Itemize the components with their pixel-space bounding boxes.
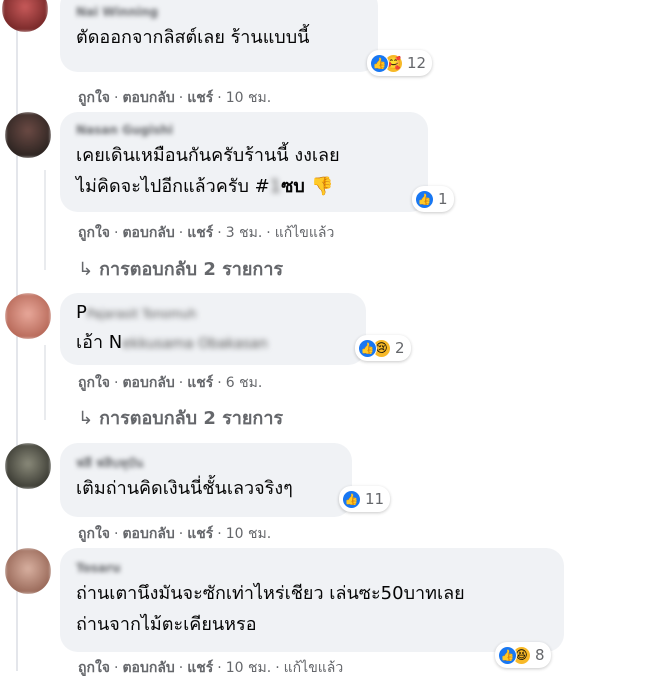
like-link[interactable]: ถูกใจ xyxy=(78,90,110,106)
like-icon: 👍 xyxy=(358,338,377,358)
reaction-summary[interactable]: 👍 😆 8 xyxy=(495,642,551,668)
comment-author-line: PPajarasit Tonomuh xyxy=(76,302,197,323)
share-link[interactable]: แชร์ xyxy=(187,660,213,676)
reaction-summary[interactable]: 👍 🥰 12 xyxy=(367,50,433,76)
reaction-count: 2 xyxy=(395,339,405,357)
like-link[interactable]: ถูกใจ xyxy=(78,660,110,676)
comment-bubble: Nasan Gugishi เคยเดินเหมือนกันครับร้านนี… xyxy=(60,112,428,212)
reply-link[interactable]: ตอบกลับ xyxy=(122,225,174,241)
timestamp[interactable]: 10 ชม. xyxy=(226,660,271,676)
comment-bubble: PPajarasit Tonomuh เอ้า Nekkusama Obakas… xyxy=(60,293,366,365)
thread-line xyxy=(44,345,46,420)
reply-link[interactable]: ตอบกลับ xyxy=(122,90,174,106)
reply-arrow-icon: ↳ xyxy=(78,408,94,429)
comment-actions: ถูกใจ · ตอบกลับ · แชร์ · 10 ชม. xyxy=(78,526,272,542)
comment-text: ถ่านจากไม้ตะเคียนหรอ xyxy=(76,614,257,635)
replies-label: การตอบกลับ 2 รายการ xyxy=(99,259,284,280)
view-replies-link[interactable]: ↳ การตอบกลับ 2 รายการ xyxy=(78,403,283,432)
like-link[interactable]: ถูกใจ xyxy=(78,375,110,391)
avatar[interactable] xyxy=(5,548,51,594)
comment-text: ถ่านเตานึงมันจะซักเท่าไหร่เชียว เล่นซะ50… xyxy=(76,583,465,604)
reaction-count: 8 xyxy=(535,646,545,664)
avatar[interactable] xyxy=(5,293,51,339)
like-link[interactable]: ถูกใจ xyxy=(78,526,110,542)
share-link[interactable]: แชร์ xyxy=(187,90,213,106)
comment-text: เคยเดินเหมือนกันครับร้านนี้ งงเลย xyxy=(76,145,340,166)
like-icon: 👍 xyxy=(498,645,517,665)
share-link[interactable]: แชร์ xyxy=(187,225,213,241)
reaction-summary[interactable]: 👍 😢 2 xyxy=(355,335,411,361)
comment-actions: ถูกใจ · ตอบกลับ · แชร์ · 3 ชม. · แก้ไขแล้ว xyxy=(78,225,335,241)
comment-text: เติมถ่านคิดเงินนี่ชั้นเลวจริงๆ xyxy=(76,478,293,499)
timestamp[interactable]: 6 ชม. xyxy=(226,375,263,391)
comment-author[interactable]: Nasan Gugishi xyxy=(76,120,412,140)
reaction-count: 12 xyxy=(407,54,427,72)
reply-arrow-icon: ↳ xyxy=(78,259,94,280)
like-icon: 👍 xyxy=(342,489,361,509)
like-icon: 👍 xyxy=(370,53,389,73)
comment-author[interactable]: Pajarasit Tonomuh xyxy=(87,307,197,321)
reaction-count: 11 xyxy=(365,490,385,508)
timestamp[interactable]: 3 ชม. xyxy=(226,225,263,241)
comment-author[interactable]: Nai Winning xyxy=(76,2,362,22)
avatar[interactable] xyxy=(2,0,48,32)
reaction-count: 1 xyxy=(438,190,448,208)
share-link[interactable]: แชร์ xyxy=(187,375,213,391)
comment-author[interactable]: ฟลี ฟลิบหุบัน xyxy=(76,453,336,473)
comment-author[interactable]: Tosaru xyxy=(76,558,548,578)
timestamp[interactable]: 10 ชม. xyxy=(226,526,271,542)
like-link[interactable]: ถูกใจ xyxy=(78,225,110,241)
comment-bubble: Tosaru ถ่านเตานึงมันจะซักเท่าไหร่เชียว เ… xyxy=(60,548,564,652)
like-icon: 👍 xyxy=(415,189,434,209)
reply-link[interactable]: ตอบกลับ xyxy=(122,375,174,391)
comment-text: ไม่คิดจะไปอีกแล้วครับ #1ซบ 👎 xyxy=(76,176,334,197)
view-replies-link[interactable]: ↳ การตอบกลับ 2 รายการ xyxy=(78,254,283,283)
edited-label[interactable]: แก้ไขแล้ว xyxy=(284,660,344,676)
reply-link[interactable]: ตอบกลับ xyxy=(122,660,174,676)
avatar[interactable] xyxy=(5,443,51,489)
comment-actions: ถูกใจ · ตอบกลับ · แชร์ · 10 ชม. xyxy=(78,90,272,106)
timestamp[interactable]: 10 ชม. xyxy=(226,90,271,106)
reaction-summary[interactable]: 👍 1 xyxy=(412,186,454,212)
comment-text: เอ้า Nekkusama Obakasan xyxy=(76,332,268,353)
comment-actions: ถูกใจ · ตอบกลับ · แชร์ · 6 ชม. xyxy=(78,375,263,391)
comment-actions: ถูกใจ · ตอบกลับ · แชร์ · 10 ชม. · แก้ไขแล้ว xyxy=(78,660,344,676)
avatar[interactable] xyxy=(5,112,51,158)
edited-label[interactable]: แก้ไขแล้ว xyxy=(275,225,335,241)
share-link[interactable]: แชร์ xyxy=(187,526,213,542)
comment-bubble: Nai Winning ตัดออกจากลิสต์เลย ร้านแบบนี้ xyxy=(60,0,378,72)
comment-text: ตัดออกจากลิสต์เลย ร้านแบบนี้ xyxy=(76,27,310,48)
replies-label: การตอบกลับ 2 รายการ xyxy=(99,408,284,429)
reply-link[interactable]: ตอบกลับ xyxy=(122,526,174,542)
thread-line xyxy=(44,170,46,270)
reaction-summary[interactable]: 👍 11 xyxy=(339,486,391,512)
comment-bubble: ฟลี ฟลิบหุบัน เติมถ่านคิดเงินนี่ชั้นเลวจ… xyxy=(60,443,352,517)
